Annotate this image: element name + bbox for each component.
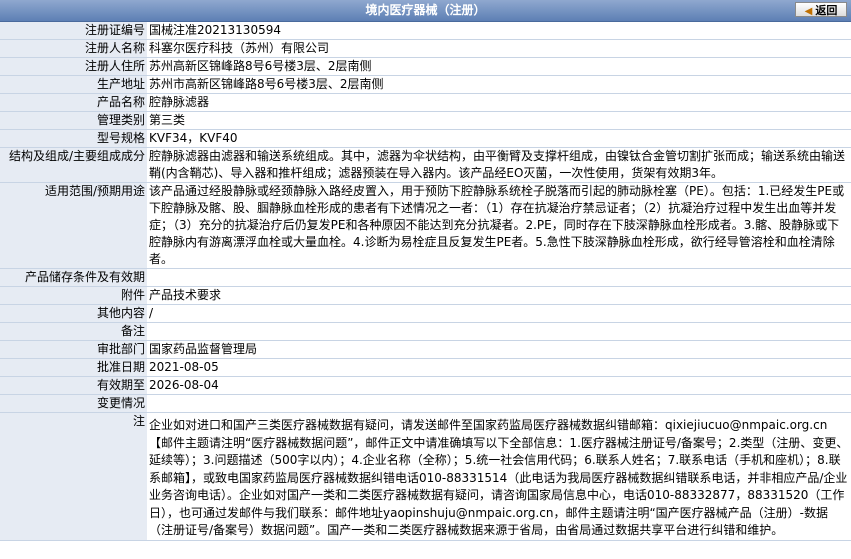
field-label: 结构及组成/主要组成成分: [0, 147, 147, 183]
field-label: 有效期至: [0, 376, 147, 395]
row-storage: 产品储存条件及有效期: [0, 268, 851, 287]
field-value: [147, 268, 851, 287]
field-label: 管理类别: [0, 111, 147, 130]
field-value: 第三类: [147, 111, 851, 130]
field-value: 国家药品监督管理局: [147, 340, 851, 359]
field-value: 苏州高新区锦峰路8号6号楼3层、2层南侧: [147, 57, 851, 76]
page: 境内医疗器械（注册） ◀ 返回 注册证编号 国械注准20213130594 注册人…: [0, 0, 851, 559]
back-arrow-icon: ◀: [804, 6, 813, 17]
note-label: 注: [0, 412, 147, 541]
field-label: 生产地址: [0, 75, 147, 94]
field-label: 产品储存条件及有效期: [0, 268, 147, 287]
row-approval-date: 批准日期 2021-08-05: [0, 358, 851, 377]
field-value: 腔静脉滤器: [147, 93, 851, 112]
field-value: 产品技术要求: [147, 286, 851, 305]
row-remark: 备注: [0, 322, 851, 341]
title-bar: 境内医疗器械（注册） ◀ 返回: [0, 0, 851, 22]
field-label: 适用范围/预期用途: [0, 182, 147, 269]
row-note: 注 企业如对进口和国产三类医疗器械数据有疑问，请发送邮件至国家药监局医疗器械数据…: [0, 412, 851, 541]
row-management-class: 管理类别 第三类: [0, 111, 851, 130]
row-reg-number: 注册证编号 国械注准20213130594: [0, 22, 851, 40]
field-label: 其他内容: [0, 304, 147, 323]
back-button[interactable]: ◀ 返回: [795, 2, 847, 17]
field-label: 型号规格: [0, 129, 147, 148]
field-value: [147, 322, 851, 341]
field-value: KVF34，KVF40: [147, 129, 851, 148]
row-attachment: 附件 产品技术要求: [0, 286, 851, 305]
page-title: 境内医疗器械（注册）: [365, 3, 486, 17]
row-other: 其他内容 /: [0, 304, 851, 323]
note-cell: 企业如对进口和国产三类医疗器械数据有疑问，请发送邮件至国家药监局医疗器械数据纠错…: [147, 412, 851, 541]
row-product-name: 产品名称 腔静脉滤器: [0, 93, 851, 112]
note-text: 企业如对进口和国产三类医疗器械数据有疑问，请发送邮件至国家药监局医疗器械数据纠错…: [149, 418, 849, 537]
field-value: 腔静脉滤器由滤器和输送系统组成。其中，滤器为伞状结构，由平衡臂及支撑杆组成，由镍…: [147, 147, 851, 183]
field-label: 备注: [0, 322, 147, 341]
field-label: 注册证编号: [0, 22, 147, 40]
row-structure: 结构及组成/主要组成成分 腔静脉滤器由滤器和输送系统组成。其中，滤器为伞状结构，…: [0, 147, 851, 183]
field-label: 注册人名称: [0, 39, 147, 58]
field-value: [147, 394, 851, 413]
row-model-spec: 型号规格 KVF34，KVF40: [0, 129, 851, 148]
back-button-label: 返回: [815, 4, 838, 17]
row-production-address: 生产地址 苏州市高新区锦峰路8号6号楼3层、2层南侧: [0, 75, 851, 94]
field-value: 科塞尔医疗科技（苏州）有限公司: [147, 39, 851, 58]
field-label: 批准日期: [0, 358, 147, 377]
field-value: /: [147, 304, 851, 323]
field-value: 苏州市高新区锦峰路8号6号楼3层、2层南侧: [147, 75, 851, 94]
row-valid-until: 有效期至 2026-08-04: [0, 376, 851, 395]
field-label: 审批部门: [0, 340, 147, 359]
row-registrant-address: 注册人住所 苏州高新区锦峰路8号6号楼3层、2层南侧: [0, 57, 851, 76]
field-value: 2021-08-05: [147, 358, 851, 377]
row-change: 变更情况: [0, 394, 851, 413]
field-value: 2026-08-04: [147, 376, 851, 395]
field-value: 国械注准20213130594: [147, 22, 851, 40]
row-approval-dept: 审批部门 国家药品监督管理局: [0, 340, 851, 359]
field-label: 附件: [0, 286, 147, 305]
field-value: 该产品通过经股静脉或经颈静脉入路经皮置入，用于预防下腔静脉系统栓子脱落而引起的肺…: [147, 182, 851, 269]
row-registrant-name: 注册人名称 科塞尔医疗科技（苏州）有限公司: [0, 39, 851, 58]
field-label: 产品名称: [0, 93, 147, 112]
field-label: 注册人住所: [0, 57, 147, 76]
row-intended-use: 适用范围/预期用途 该产品通过经股静脉或经颈静脉入路经皮置入，用于预防下腔静脉系…: [0, 182, 851, 269]
field-label: 变更情况: [0, 394, 147, 413]
detail-table: 注册证编号 国械注准20213130594 注册人名称 科塞尔医疗科技（苏州）有…: [0, 22, 851, 541]
